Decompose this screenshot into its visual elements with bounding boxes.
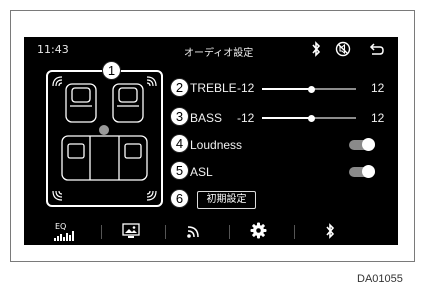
callout-6: 6 bbox=[170, 189, 189, 208]
treble-min-value: -12 bbox=[237, 81, 255, 95]
treble-slider-fill bbox=[262, 88, 312, 90]
treble-slider-knob[interactable] bbox=[308, 86, 315, 93]
asl-toggle[interactable] bbox=[349, 165, 375, 178]
treble-slider[interactable] bbox=[262, 86, 356, 94]
callout-1: 1 bbox=[102, 61, 121, 80]
bluetooth-icon bbox=[312, 41, 321, 57]
callout-4: 4 bbox=[170, 134, 189, 153]
callout-3: 3 bbox=[170, 107, 189, 126]
radio-waves-icon[interactable] bbox=[186, 223, 202, 239]
picture-icon[interactable] bbox=[122, 223, 140, 239]
bass-min-value: -12 bbox=[237, 111, 255, 125]
bass-slider-knob[interactable] bbox=[308, 115, 315, 122]
gear-icon[interactable] bbox=[250, 222, 267, 239]
balance-fader-panel[interactable] bbox=[46, 70, 163, 207]
audio-settings-screen: 11:43 オーディオ設定 1 2 TREBLE -12 12 3 BASS -… bbox=[24, 37, 398, 245]
balance-point[interactable] bbox=[99, 125, 109, 135]
asl-label: ASL bbox=[190, 165, 213, 179]
asl-toggle-thumb bbox=[362, 165, 375, 178]
bass-label: BASS bbox=[190, 111, 223, 125]
reset-button[interactable]: 初期設定 bbox=[197, 191, 256, 209]
bass-max-value: 12 bbox=[371, 111, 385, 125]
equalizer-icon bbox=[54, 231, 74, 241]
separator bbox=[165, 225, 166, 239]
bass-slider[interactable] bbox=[262, 115, 356, 123]
callout-2: 2 bbox=[170, 78, 189, 97]
equalizer-button[interactable]: EQ bbox=[52, 222, 78, 243]
figure-code: DA01055 bbox=[357, 273, 403, 285]
bass-slider-fill bbox=[262, 117, 312, 119]
separator bbox=[294, 225, 295, 239]
treble-max-value: 12 bbox=[371, 81, 385, 95]
back-icon[interactable] bbox=[369, 41, 385, 57]
separator bbox=[101, 225, 102, 239]
loudness-label: Loudness bbox=[190, 138, 243, 152]
treble-slider-track bbox=[312, 88, 356, 90]
mute-icon[interactable] bbox=[335, 41, 351, 57]
screen-title: オーディオ設定 bbox=[184, 48, 254, 59]
bass-slider-track bbox=[312, 117, 356, 119]
car-seats-diagram bbox=[52, 76, 157, 201]
loudness-toggle[interactable] bbox=[349, 138, 375, 151]
treble-label: TREBLE bbox=[190, 81, 237, 95]
separator bbox=[229, 225, 230, 239]
clock: 11:43 bbox=[37, 43, 69, 56]
bottom-nav-bar: EQ bbox=[24, 219, 398, 245]
equalizer-label: EQ bbox=[55, 222, 67, 231]
bluetooth-icon[interactable] bbox=[324, 223, 336, 239]
callout-5: 5 bbox=[170, 161, 189, 180]
loudness-toggle-thumb bbox=[362, 138, 375, 151]
